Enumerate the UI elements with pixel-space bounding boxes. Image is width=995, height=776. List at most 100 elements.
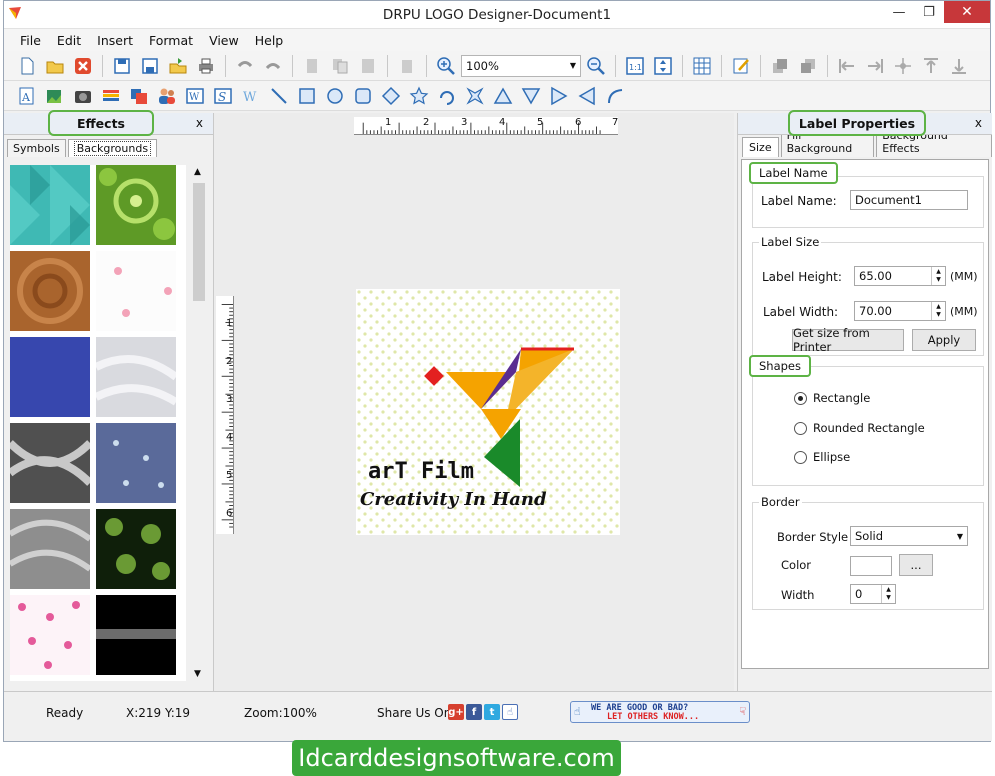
actual-size-icon[interactable]: 1:1: [622, 53, 648, 79]
image-icon[interactable]: [42, 83, 68, 109]
new-icon[interactable]: [14, 53, 40, 79]
close-doc-icon[interactable]: [70, 53, 96, 79]
background-thumbnail[interactable]: [96, 251, 176, 331]
shape-rectangle-radio[interactable]: [794, 392, 807, 405]
tab-backgrounds[interactable]: Backgrounds: [67, 139, 158, 157]
like-icon[interactable]: ☝: [502, 704, 518, 720]
menu-edit[interactable]: Edit: [49, 33, 89, 48]
background-thumbnail[interactable]: [96, 165, 176, 245]
zoom-in-icon[interactable]: [433, 53, 459, 79]
burst-icon[interactable]: [462, 83, 488, 109]
line-icon[interactable]: [266, 83, 292, 109]
label-name-input[interactable]: Document1: [850, 190, 968, 210]
open-icon[interactable]: [42, 53, 68, 79]
triangle-right-icon[interactable]: [546, 83, 572, 109]
star-icon[interactable]: [406, 83, 432, 109]
scroll-thumb[interactable]: [193, 183, 205, 301]
border-color-picker-button[interactable]: ...: [899, 554, 933, 576]
camera-icon[interactable]: [70, 83, 96, 109]
border-color-swatch[interactable]: [850, 556, 892, 576]
export-icon[interactable]: [165, 53, 191, 79]
thumbnails-scrollbar[interactable]: ▲ ▼: [190, 165, 208, 681]
design-canvas[interactable]: 1 2 3 4 5 6 7 1 2 3 4 5 6 arT Film Creat…: [214, 113, 734, 691]
close-window-button[interactable]: ✕: [944, 1, 990, 23]
background-thumbnail[interactable]: [96, 509, 176, 589]
scroll-up-icon[interactable]: ▲: [194, 167, 201, 177]
restore-button[interactable]: ❐: [914, 1, 944, 23]
background-thumbnail[interactable]: [10, 509, 90, 589]
logo-label[interactable]: arT Film Creativity In Hand: [356, 289, 620, 535]
users-icon[interactable]: [154, 83, 180, 109]
save-as-icon[interactable]: [137, 53, 163, 79]
background-thumbnail[interactable]: [10, 423, 90, 503]
fit-window-icon[interactable]: [650, 53, 676, 79]
undo-icon[interactable]: [232, 53, 258, 79]
tab-symbols[interactable]: Symbols: [7, 139, 66, 157]
border-width-spinner[interactable]: ▲ ▼: [881, 585, 895, 603]
arc-icon[interactable]: [434, 83, 460, 109]
menu-help[interactable]: Help: [247, 33, 292, 48]
zoom-select[interactable]: 100% ▼: [461, 54, 581, 77]
rectangle-icon[interactable]: [294, 83, 320, 109]
border-style-select[interactable]: Solid ▼: [850, 526, 968, 546]
triangle-down-icon[interactable]: [518, 83, 544, 109]
background-thumbnail[interactable]: [96, 595, 176, 675]
properties-icon[interactable]: [728, 53, 754, 79]
twitter-icon[interactable]: t: [484, 704, 500, 720]
align-left-icon[interactable]: [834, 53, 860, 79]
delete-icon[interactable]: [394, 53, 420, 79]
background-thumbnail[interactable]: [10, 337, 90, 417]
print-icon[interactable]: [193, 53, 219, 79]
menu-file[interactable]: File: [12, 33, 49, 48]
background-thumbnail[interactable]: [10, 165, 90, 245]
facebook-icon[interactable]: f: [466, 704, 482, 720]
save-icon[interactable]: [109, 53, 135, 79]
ellipse-icon[interactable]: [322, 83, 348, 109]
menu-view[interactable]: View: [201, 33, 247, 48]
shape-rectangle-label[interactable]: Rectangle: [813, 391, 870, 405]
align-right-icon[interactable]: [862, 53, 888, 79]
background-thumbnail[interactable]: [96, 423, 176, 503]
get-size-from-printer-button[interactable]: Get size from Printer: [792, 326, 904, 354]
diamond-icon[interactable]: [378, 83, 404, 109]
background-thumbnail[interactable]: [96, 337, 176, 417]
google-plus-icon[interactable]: g+: [448, 704, 464, 720]
align-bottom-icon[interactable]: [946, 53, 972, 79]
menu-insert[interactable]: Insert: [89, 33, 141, 48]
minimize-button[interactable]: —: [884, 1, 914, 23]
label-height-input[interactable]: 65.00 ▲ ▼: [854, 266, 946, 286]
triangle-up-icon[interactable]: [490, 83, 516, 109]
copy-icon[interactable]: [327, 53, 353, 79]
bring-front-icon[interactable]: [767, 53, 793, 79]
menu-format[interactable]: Format: [141, 33, 201, 48]
signature-icon[interactable]: S: [210, 83, 236, 109]
grid-icon[interactable]: [689, 53, 715, 79]
watermark-icon[interactable]: W: [238, 83, 264, 109]
label-height-spinner[interactable]: ▲ ▼: [931, 267, 945, 285]
effects-close-button[interactable]: x: [196, 116, 203, 130]
feedback-banner[interactable]: ☝ WE ARE GOOD OR BAD? LET OTHERS KNOW...…: [570, 701, 750, 723]
properties-close-button[interactable]: x: [975, 116, 982, 130]
shapes-icon[interactable]: [126, 83, 152, 109]
paste-icon[interactable]: [355, 53, 381, 79]
rounded-rectangle-icon[interactable]: [350, 83, 376, 109]
zoom-out-icon[interactable]: [583, 53, 609, 79]
tab-size[interactable]: Size: [742, 137, 779, 157]
shape-ellipse-radio[interactable]: [794, 451, 807, 464]
cut-icon[interactable]: [299, 53, 325, 79]
triangle-left-icon[interactable]: [574, 83, 600, 109]
shape-rounded-rectangle-label[interactable]: Rounded Rectangle: [813, 421, 925, 435]
shape-rounded-rectangle-radio[interactable]: [794, 422, 807, 435]
label-width-spinner[interactable]: ▲ ▼: [931, 302, 945, 320]
background-thumbnail[interactable]: [10, 251, 90, 331]
scroll-down-icon[interactable]: ▼: [194, 669, 201, 679]
background-thumbnail[interactable]: [10, 595, 90, 675]
align-center-icon[interactable]: [890, 53, 916, 79]
redo-icon[interactable]: [260, 53, 286, 79]
shape-ellipse-label[interactable]: Ellipse: [813, 450, 850, 464]
label-width-input[interactable]: 70.00 ▲ ▼: [854, 301, 946, 321]
border-width-input[interactable]: 0 ▲ ▼: [850, 584, 896, 604]
apply-button[interactable]: Apply: [912, 329, 976, 351]
align-top-icon[interactable]: [918, 53, 944, 79]
word-art-icon[interactable]: W: [182, 83, 208, 109]
